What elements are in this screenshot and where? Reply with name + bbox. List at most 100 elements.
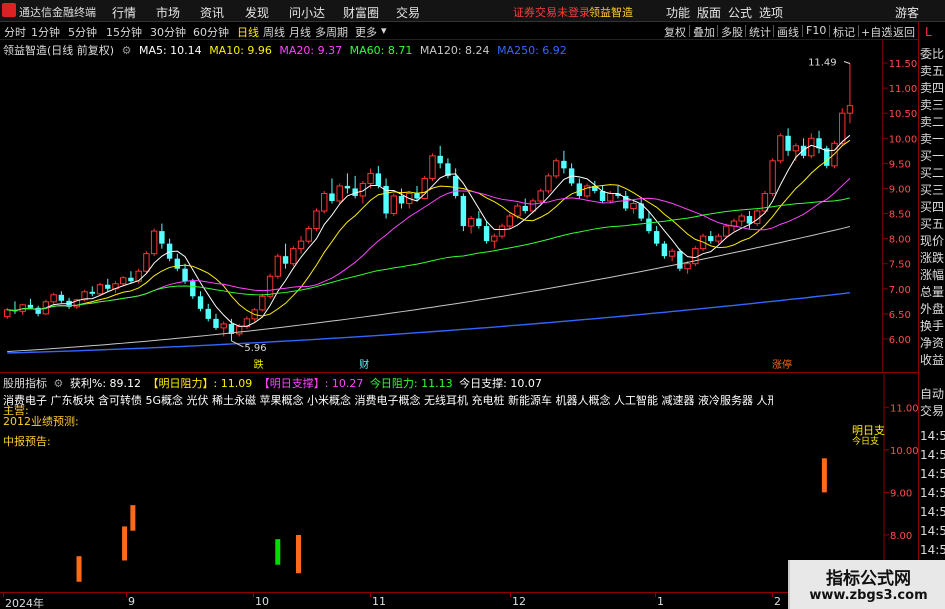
candle-body-up <box>753 210 761 225</box>
menu-trade[interactable]: 交易 <box>396 4 420 21</box>
user-guest[interactable]: 游客 <box>895 4 919 21</box>
menu-function[interactable]: 功能 <box>666 4 690 21</box>
panel-action-label[interactable]: 自动 <box>920 388 945 401</box>
menu-layout[interactable]: 版面 <box>697 4 721 21</box>
candle-body-up <box>259 295 266 311</box>
tick-time: 14:5 <box>920 449 945 462</box>
candle-body-up <box>390 195 398 215</box>
candle-body-up <box>367 172 374 184</box>
period-weekly[interactable]: 周线 <box>263 24 285 40</box>
app-logo-icon <box>2 3 16 17</box>
indicator-legend: 股朋指标 ⚙ 获利%: 89.12 【明日阻力】: 11.09 【明日支撑】: … <box>3 375 545 391</box>
candle-body-down <box>800 145 807 156</box>
period-60min[interactable]: 60分钟 <box>193 24 229 40</box>
concept-tags: 消费电子 广东板块 含可转债 5G概念 光伏 稀土永磁 苹果概念 小米概念 消费… <box>3 394 773 407</box>
candle-body-up <box>120 277 127 285</box>
period-30min[interactable]: 30分钟 <box>150 24 186 40</box>
candle-body-up <box>467 218 475 227</box>
menu-news[interactable]: 资讯 <box>200 4 224 21</box>
toolbar-divider <box>829 25 830 37</box>
candle-body-down <box>646 218 652 232</box>
signal-bar <box>275 539 281 565</box>
price-tick-label: 6.00 <box>889 335 911 346</box>
candle-body-down <box>375 173 382 186</box>
price-tick-label: 7.00 <box>889 285 911 296</box>
kline-chart[interactable]: 6.00 6.50 7.00 7.50 8.00 8.50 9.00 9.50 10.00 10.… <box>0 40 918 373</box>
toolbar-divider <box>689 25 690 37</box>
add-watchlist-button[interactable]: +自选 <box>861 24 892 40</box>
candle-body-up <box>792 145 800 152</box>
watermark-title: 指标公式网 <box>826 569 911 589</box>
multi-stock-button[interactable]: 多股 <box>721 24 743 40</box>
candle-body-down <box>190 281 196 297</box>
period-more[interactable]: 更多 <box>355 24 377 40</box>
candle-body-up <box>220 323 227 329</box>
ma120-value: MA120: 8.24 <box>419 44 490 57</box>
tick-time: 14:5 <box>920 544 945 557</box>
menu-options[interactable]: 选项 <box>759 4 783 21</box>
price-tick-label: 10.00 <box>889 134 918 145</box>
toolbar-divider <box>773 25 774 37</box>
app-title: 通达信金融终端 <box>19 6 96 19</box>
menu-quotes[interactable]: 行情 <box>112 4 136 21</box>
back-button[interactable]: 返回 <box>893 24 915 40</box>
period-monthly[interactable]: 月线 <box>289 24 311 40</box>
gear-icon[interactable]: ⚙ <box>122 44 132 57</box>
panel-field-label: 卖二 <box>920 116 945 129</box>
indicator-tick-label: 11.00 <box>890 403 918 414</box>
candle-body-up <box>313 210 320 230</box>
candle-body-up <box>135 270 142 282</box>
candle-body-down <box>476 218 482 227</box>
limit-up-marker: 涨停 <box>772 358 792 371</box>
candle-body-up <box>808 137 815 157</box>
menu-discover[interactable]: 发现 <box>245 4 269 21</box>
time-label: 11 <box>372 595 386 608</box>
time-axis[interactable]: 2024年 9 10 11 12 1 2 <box>0 592 918 609</box>
candle-body-down <box>708 236 714 242</box>
candle-body-up <box>715 235 722 242</box>
period-15min[interactable]: 15分钟 <box>106 24 142 40</box>
candle-body-up <box>545 175 552 192</box>
candle-body-up <box>831 142 838 167</box>
panel-mode-letter[interactable]: L <box>925 25 932 39</box>
candle-body-down <box>653 231 660 244</box>
period-1min[interactable]: 1分钟 <box>31 24 60 40</box>
draw-line-button[interactable]: 画线 <box>777 24 799 40</box>
period-5min[interactable]: 5分钟 <box>68 24 97 40</box>
fall-marker: 跌 <box>254 358 264 371</box>
panel-field-label: 收益 <box>920 354 945 367</box>
menu-ask[interactable]: 问小达 <box>289 4 325 21</box>
period-multi[interactable]: 多周期 <box>315 24 348 40</box>
f10-button[interactable]: F10 <box>806 24 826 37</box>
time-label: 2 <box>774 595 781 608</box>
trade-login-notice[interactable]: 证券交易未登录 <box>513 4 590 20</box>
panel-field-label: 涨幅 <box>920 269 945 282</box>
statistics-button[interactable]: 统计 <box>749 24 771 40</box>
chevron-down-icon[interactable]: ▾ <box>381 24 387 37</box>
gear-icon[interactable]: ⚙ <box>54 377 64 390</box>
candle-body-up <box>777 135 784 162</box>
menu-market[interactable]: 市场 <box>156 4 180 21</box>
candle-body-up <box>143 253 150 272</box>
period-timeshare[interactable]: 分时 <box>4 24 26 40</box>
candle-body-up <box>552 160 560 177</box>
candle-body-down <box>205 308 211 319</box>
adjust-button[interactable]: 复权 <box>664 24 686 40</box>
time-tick <box>370 593 371 597</box>
candle-body-down <box>661 243 668 257</box>
overlay-button[interactable]: 叠加 <box>693 24 715 40</box>
candle-body-down <box>58 294 65 301</box>
ma250-line <box>7 292 851 354</box>
mid-report-label: 中报预告: <box>3 435 51 448</box>
indicator-name: 股朋指标 <box>3 377 47 390</box>
candle-body-up <box>498 225 506 237</box>
period-daily[interactable]: 日线 <box>237 24 259 40</box>
mark-button[interactable]: 标记 <box>833 24 855 40</box>
ma60-line <box>7 197 851 312</box>
menu-wealth-circle[interactable]: 财富圈 <box>343 4 379 21</box>
price-tick-label: 6.50 <box>889 310 911 321</box>
panel-action-label[interactable]: 交易 <box>920 405 945 418</box>
profit-ratio: 获利%: 89.12 <box>69 377 142 390</box>
finance-marker: 财 <box>359 358 369 371</box>
menu-formula[interactable]: 公式 <box>728 4 752 21</box>
